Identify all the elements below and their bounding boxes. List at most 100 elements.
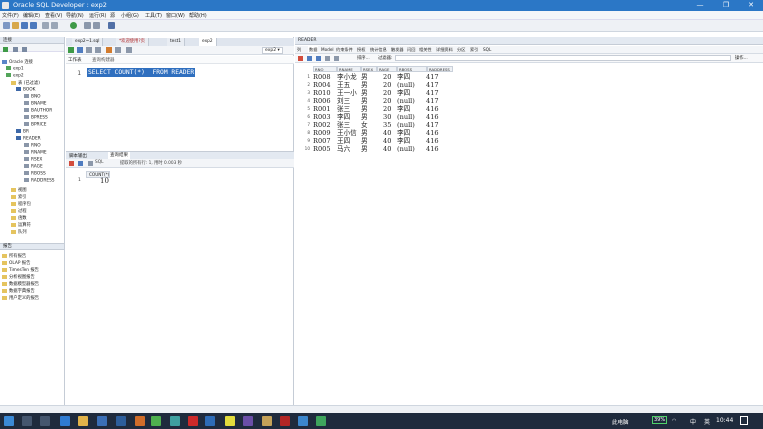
report-item[interactable]: 用户定义的报告 (2, 295, 39, 301)
cell-rsex[interactable]: 男 (361, 129, 368, 137)
cell-rboss[interactable]: 李四 (397, 73, 410, 81)
subtab-columns[interactable]: 列 (297, 47, 301, 53)
clock[interactable]: 10:44 (716, 417, 733, 424)
cell-rboss[interactable]: 李四 (397, 89, 410, 97)
cell-rage[interactable]: 30 (383, 113, 391, 121)
cell-raddress[interactable]: 416 (426, 105, 439, 113)
cell-rage[interactable]: 20 (383, 89, 391, 97)
cell-rname[interactable]: 刘三 (337, 97, 350, 105)
filter-input[interactable] (395, 55, 731, 61)
sql-icon[interactable] (88, 161, 93, 166)
menu-help[interactable]: 帮助(H) (189, 12, 207, 19)
column-header-rname[interactable]: RNAME (337, 66, 361, 72)
cell-rno[interactable]: R005 (313, 145, 331, 153)
run-script-icon[interactable] (77, 47, 83, 53)
subtab-partitions[interactable]: 分区 (457, 47, 465, 53)
cell-rsex[interactable]: 男 (361, 81, 368, 89)
cell-rboss[interactable]: (null) (397, 145, 415, 153)
commit-icon[interactable] (86, 47, 92, 53)
cell-rage[interactable]: 20 (383, 73, 391, 81)
cell-rno[interactable]: R006 (313, 97, 331, 105)
print-icon[interactable] (78, 161, 83, 166)
report-item[interactable]: 分析视图报告 (2, 274, 35, 280)
explain-icon[interactable] (106, 47, 112, 53)
cell-rsex[interactable]: 男 (361, 89, 368, 97)
tree-item[interactable]: BPRICE (24, 122, 47, 128)
cell-rboss[interactable]: (null) (397, 113, 415, 121)
app-icon[interactable] (316, 416, 326, 426)
tree-item[interactable]: 程序包 (11, 201, 31, 207)
tree-item[interactable]: 运算符 (11, 222, 31, 228)
subtab-dependencies[interactable]: 相关性 (419, 47, 432, 53)
tree-item[interactable]: BPRESS (24, 115, 48, 121)
tree-item[interactable]: Oracle 连接 (2, 59, 33, 65)
ime-indicator[interactable]: 中 (690, 417, 696, 426)
cell-rage[interactable]: 20 (383, 97, 391, 105)
app-icon[interactable] (298, 416, 308, 426)
tree-item[interactable]: RBOSS (24, 171, 46, 177)
edge-icon[interactable] (60, 416, 70, 426)
subtab-data[interactable]: 数据 (308, 46, 319, 53)
this-pc-label[interactable]: 此电脑 (612, 418, 629, 426)
subtab-grants[interactable]: 授权 (357, 47, 365, 53)
cell-rboss[interactable]: (null) (397, 81, 415, 89)
search-icon[interactable] (22, 416, 32, 426)
column-header-rsex[interactable]: RSEX (361, 66, 377, 72)
cell-rname[interactable]: 李四 (337, 113, 350, 121)
cell-raddress[interactable]: 416 (426, 145, 439, 153)
open-icon[interactable] (12, 22, 19, 29)
actions-button[interactable]: 操作... (735, 55, 748, 61)
cell-raddress[interactable]: 416 (426, 129, 439, 137)
menu-team[interactable]: 小组(G) (121, 12, 139, 19)
explorer-icon[interactable] (78, 416, 88, 426)
tab-test1[interactable]: test1 (167, 38, 185, 46)
tree-item[interactable]: RSEX (24, 157, 42, 163)
tree-item[interactable]: READER (16, 136, 41, 142)
cell-rname[interactable]: 王四 (337, 137, 350, 145)
sql-label[interactable]: SQL (95, 160, 104, 165)
tab-query-builder[interactable]: 查询构建器 (92, 57, 115, 63)
cell-rno[interactable]: R003 (313, 113, 331, 121)
column-header-rage[interactable]: RAGE (377, 66, 397, 72)
save-icon[interactable] (21, 22, 28, 29)
refresh-icon[interactable] (13, 47, 18, 52)
cell-rname[interactable]: 张三 (337, 121, 350, 129)
app-icon[interactable] (225, 416, 235, 426)
run-icon[interactable] (70, 22, 77, 29)
column-header-raddress[interactable]: RADDRESS (427, 66, 453, 72)
notifications-icon[interactable] (740, 416, 748, 425)
tree-item[interactable]: 队列 (11, 229, 27, 235)
commit-icon[interactable] (325, 56, 330, 61)
cell-rsex[interactable]: 男 (361, 73, 368, 81)
menu-view[interactable]: 查看(V) (45, 12, 62, 19)
start-icon[interactable] (4, 416, 14, 426)
redo-icon[interactable] (51, 22, 58, 29)
tree-item[interactable]: RAGE (24, 164, 43, 170)
new-icon[interactable] (3, 22, 10, 29)
cell-raddress[interactable]: 417 (426, 121, 439, 129)
tree-item[interactable]: 索引 (11, 194, 27, 200)
subtab-constraints[interactable]: 约束条件 (336, 47, 353, 53)
column-header-rno[interactable]: RNO (313, 66, 337, 72)
tree-item[interactable]: BOOK (16, 87, 35, 93)
forward-icon[interactable] (93, 22, 100, 29)
subtab-triggers[interactable]: 触发器 (391, 47, 404, 53)
tab-welcome[interactable]: *欢迎使用?页 (116, 38, 149, 46)
pin-icon[interactable] (298, 56, 303, 61)
delete-row-icon[interactable] (316, 56, 321, 61)
report-item[interactable]: 数据字典报告 (2, 288, 35, 294)
report-item[interactable]: TimesTen 报告 (2, 267, 39, 273)
cell-rboss[interactable]: (null) (397, 121, 415, 129)
add-connection-icon[interactable] (3, 47, 8, 52)
tree-item[interactable]: BNO (24, 94, 41, 100)
wifi-icon[interactable]: ◠ (672, 418, 676, 424)
menu-run[interactable]: 运行(R) (89, 12, 106, 19)
tree-item[interactable]: 视图 (11, 187, 27, 193)
app-icon[interactable] (170, 416, 180, 426)
cell-rno[interactable]: R002 (313, 121, 331, 129)
db-icon[interactable] (108, 22, 115, 29)
connection-select[interactable]: exp2 ▾ (262, 47, 283, 54)
subtab-flashback[interactable]: 闪回 (407, 47, 415, 53)
cell-rboss[interactable]: (null) (397, 97, 415, 105)
battery-indicator[interactable]: 39% (652, 416, 668, 424)
